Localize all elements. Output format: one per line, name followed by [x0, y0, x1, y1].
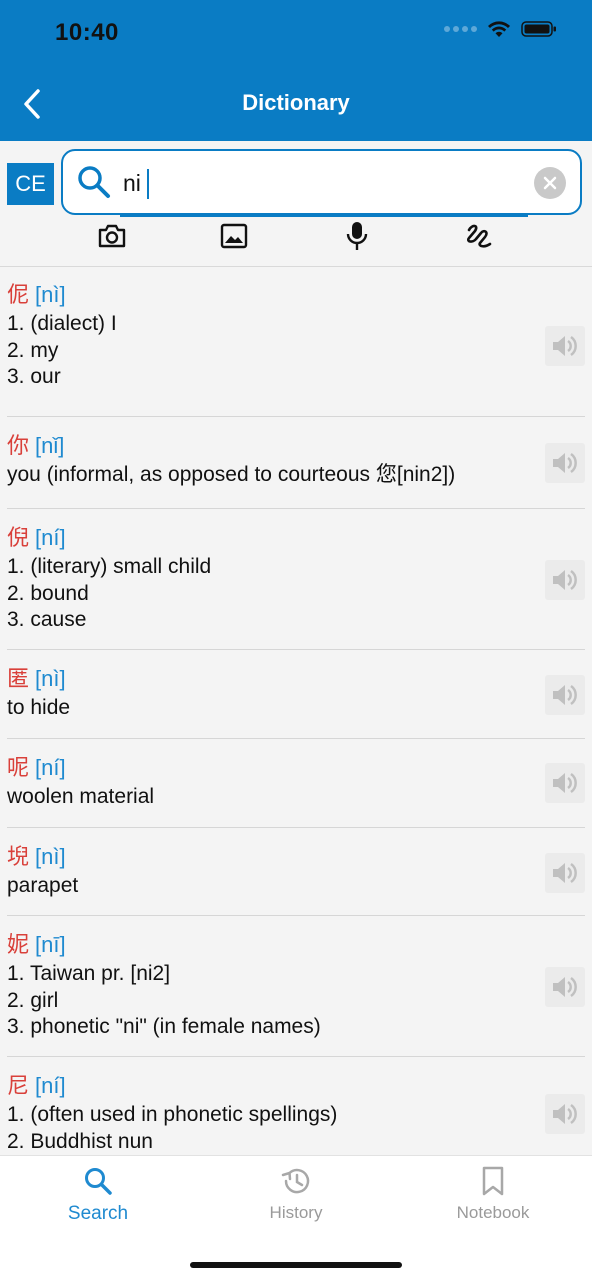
close-icon: [543, 176, 557, 190]
tab-label: Notebook: [456, 1203, 530, 1222]
input-underline: [120, 215, 528, 217]
entry-definition: parapet: [7, 874, 79, 897]
list-item[interactable]: 匿 [nì] to hide: [7, 650, 585, 739]
entry-pinyin: [nì]: [35, 666, 66, 691]
home-indicator: [190, 1262, 402, 1268]
entry-definition: 3. phonetic "ni" (in female names): [7, 1015, 321, 1038]
entry-definition: woolen material: [7, 785, 155, 808]
results-list: 伲 [nì] 1. (dialect) I 2. my 3. our 你 [nǐ] …: [0, 266, 592, 1157]
entry-hanzi: 你: [7, 434, 30, 459]
voice-search-button[interactable]: [340, 219, 374, 253]
tab-label: Search: [67, 1203, 129, 1224]
handwriting-icon: [467, 224, 492, 248]
list-item[interactable]: 堄 [nì] parapet: [7, 828, 585, 916]
entry-hanzi: 呢: [7, 756, 30, 781]
tab-notebook[interactable]: Notebook: [423, 1166, 563, 1223]
entry-definition: you (informal, as opposed to courteous 您…: [7, 463, 456, 486]
speaker-icon: [553, 772, 577, 794]
list-item[interactable]: 倪 [ní] 1. (literary) small child 2. bound…: [7, 509, 585, 650]
search-area: CE: [0, 141, 592, 267]
search-icon: [85, 1168, 112, 1195]
history-icon: [281, 1168, 310, 1194]
entry-definition: 2. Buddhist nun: [7, 1129, 153, 1153]
speaker-icon: [553, 335, 577, 357]
camera-search-button[interactable]: [95, 219, 129, 253]
tab-history[interactable]: History: [226, 1166, 366, 1223]
image-search-button[interactable]: [217, 219, 251, 253]
entry-definition: 1. Taiwan pr. [ni2]: [7, 962, 171, 985]
play-audio-button[interactable]: [545, 967, 585, 1007]
bookmark-icon: [482, 1166, 504, 1196]
search-input[interactable]: [123, 168, 533, 198]
entry-pinyin: [nǐ]: [35, 433, 65, 458]
camera-icon: [98, 224, 126, 248]
search-box: [61, 149, 582, 217]
text-caret: [147, 169, 149, 199]
handwriting-search-button[interactable]: [462, 219, 496, 253]
entry-definition: 3. our: [7, 365, 61, 388]
image-icon: [220, 223, 248, 249]
microphone-icon: [346, 222, 368, 250]
search-icon: [78, 166, 110, 198]
entry-hanzi: 匿: [7, 667, 30, 692]
entry-pinyin: [ní]: [35, 755, 66, 780]
play-audio-button[interactable]: [545, 675, 585, 715]
speaker-icon: [553, 1103, 577, 1125]
play-audio-button[interactable]: [545, 853, 585, 893]
entry-hanzi: 尼: [7, 1074, 30, 1099]
entry-hanzi: 堄: [7, 845, 30, 870]
entry-definition: 1. (often used in phonetic spellings): [7, 1103, 338, 1126]
entry-definition: 1. (dialect) I: [7, 312, 117, 335]
entry-definition: 1. (literary) small child: [7, 555, 212, 578]
speaker-icon: [553, 569, 577, 591]
entry-hanzi: 伲: [7, 283, 30, 308]
speaker-icon: [553, 684, 577, 706]
list-item[interactable]: 呢 [ní] woolen material: [7, 739, 585, 828]
status-time: 10:40: [55, 19, 119, 46]
speaker-icon: [553, 862, 577, 884]
entry-pinyin: [nì]: [35, 282, 66, 307]
play-audio-button[interactable]: [545, 443, 585, 483]
entry-hanzi: 倪: [7, 526, 30, 551]
list-item[interactable]: 尼 [ní] 1. (often used in phonetic spellin…: [7, 1057, 585, 1157]
status-icons: [444, 20, 557, 38]
entry-pinyin: [nì]: [35, 844, 66, 869]
entry-pinyin: [ní]: [35, 525, 66, 550]
wifi-icon: [488, 21, 510, 37]
play-audio-button[interactable]: [545, 763, 585, 803]
clear-search-button[interactable]: [534, 167, 566, 199]
battery-icon: [521, 21, 556, 37]
signal-icon: [444, 26, 477, 32]
list-item[interactable]: 你 [nǐ] you (informal, as opposed to court…: [7, 417, 585, 509]
entry-definition: to hide: [7, 696, 71, 719]
dictionary-mode-toggle[interactable]: CE: [7, 163, 54, 205]
entry-definition: 2. my: [7, 338, 59, 362]
entry-definition: 2. girl: [7, 988, 59, 1012]
list-item[interactable]: 妮 [nī] 1. Taiwan pr. [ni2] 2. girl 3. pho…: [7, 916, 585, 1057]
play-audio-button[interactable]: [545, 560, 585, 600]
entry-hanzi: 妮: [7, 933, 30, 958]
speaker-icon: [553, 976, 577, 998]
play-audio-button[interactable]: [545, 326, 585, 366]
entry-pinyin: [ní]: [35, 1073, 66, 1098]
entry-definition: 2. bound: [7, 581, 89, 605]
speaker-icon: [553, 452, 577, 474]
play-audio-button[interactable]: [545, 1094, 585, 1134]
entry-definition: 3. cause: [7, 608, 87, 631]
page-title: Dictionary: [242, 90, 350, 115]
tab-search[interactable]: Search: [28, 1166, 168, 1225]
tab-label: History: [269, 1203, 323, 1222]
entry-pinyin: [nī]: [35, 932, 66, 957]
list-item[interactable]: 伲 [nì] 1. (dialect) I 2. my 3. our: [7, 266, 585, 417]
app-header: 10:40 Dictionary: [0, 0, 592, 141]
